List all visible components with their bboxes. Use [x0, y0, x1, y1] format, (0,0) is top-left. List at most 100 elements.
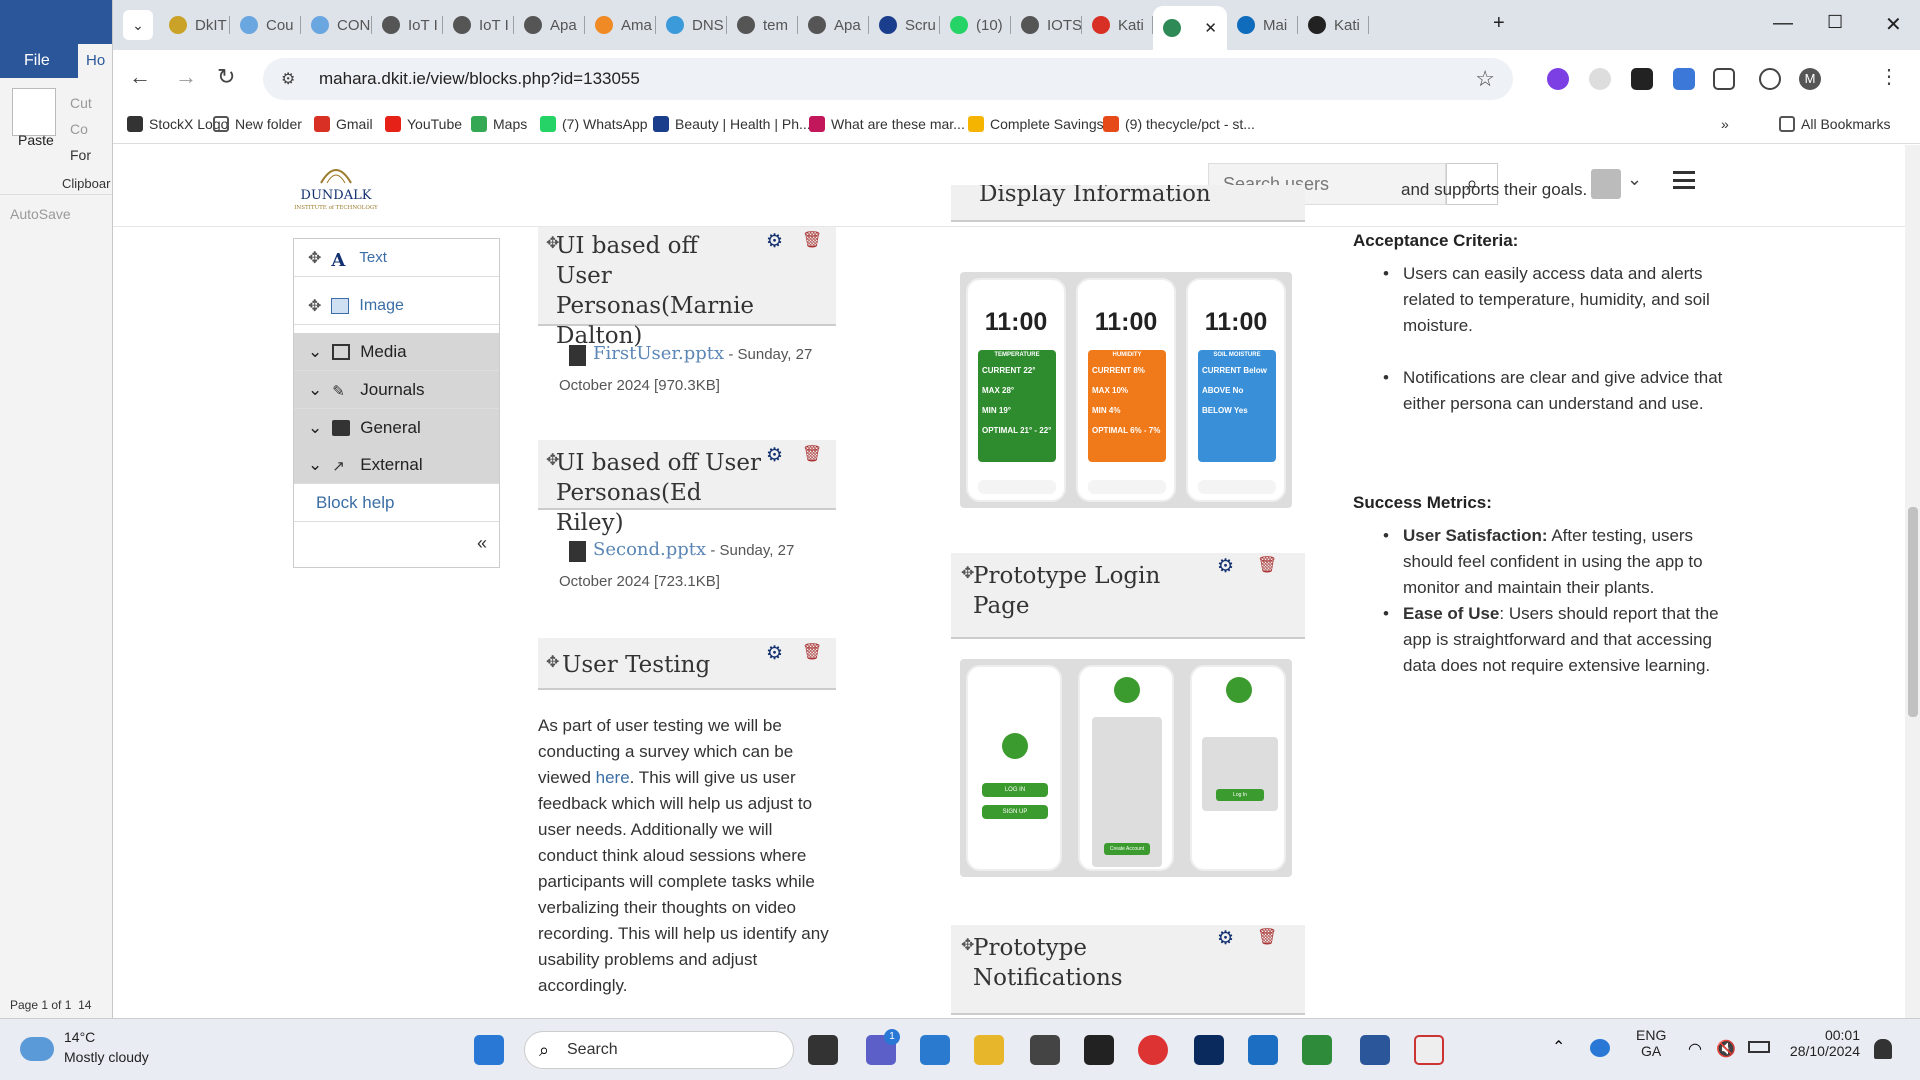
- block-menu-general[interactable]: ⌄ General: [294, 409, 499, 447]
- survey-link[interactable]: here: [596, 768, 630, 787]
- intellij-icon[interactable]: [1084, 1035, 1114, 1065]
- site-info-icon[interactable]: ⚙: [281, 69, 295, 89]
- bookmark-star-icon[interactable]: ☆: [1475, 66, 1495, 92]
- block-menu-external[interactable]: ⌄ ↗ External: [294, 446, 499, 484]
- scrollbar-thumb[interactable]: [1908, 507, 1918, 717]
- photoshop-icon[interactable]: [1194, 1035, 1224, 1065]
- more-bookmarks-icon[interactable]: »: [1721, 116, 1729, 132]
- delete-icon[interactable]: 🗑: [802, 444, 822, 463]
- puzzle-extensions-icon[interactable]: [1713, 68, 1735, 90]
- browser-tab[interactable]: Cou: [230, 10, 301, 40]
- file-link[interactable]: FirstUser.pptx: [593, 343, 724, 364]
- language-indicator[interactable]: ENG GA: [1636, 1027, 1666, 1059]
- bookmark-item[interactable]: (9) thecycle/pct - st...: [1103, 116, 1255, 132]
- collapse-menu-button[interactable]: «: [294, 524, 499, 562]
- browser-tab[interactable]: Kati: [1082, 10, 1153, 40]
- browser-tab[interactable]: CON: [301, 10, 372, 40]
- block-help-link[interactable]: Block help: [294, 484, 499, 522]
- vscode-icon[interactable]: [920, 1035, 950, 1065]
- browser-tab[interactable]: tem: [727, 10, 798, 40]
- browser-tab[interactable]: Ama: [585, 10, 656, 40]
- bookmark-item[interactable]: Beauty | Health | Ph...: [653, 116, 811, 132]
- back-icon[interactable]: ←: [129, 64, 151, 90]
- word-file-tab[interactable]: File: [24, 52, 50, 70]
- bookmark-item[interactable]: (7) WhatsApp: [540, 116, 648, 132]
- user-avatar[interactable]: [1591, 169, 1621, 199]
- new-tab-button[interactable]: +: [1493, 12, 1505, 35]
- chrome-icon[interactable]: [1138, 1035, 1168, 1065]
- bookmark-item[interactable]: YouTube: [385, 116, 462, 132]
- snipping-tool-icon[interactable]: [1414, 1035, 1444, 1065]
- cut-button[interactable]: Cut: [70, 90, 92, 116]
- browser-tab[interactable]: IoT I: [443, 10, 514, 40]
- task-view-icon[interactable]: [808, 1035, 838, 1065]
- browser-tab[interactable]: IoT I: [372, 10, 443, 40]
- gear-icon[interactable]: ⚙: [766, 642, 783, 665]
- block-menu-journals[interactable]: ⌄ ✎ Journals: [294, 371, 499, 409]
- minimize-icon[interactable]: —: [1773, 12, 1793, 35]
- format-painter-button[interactable]: For: [70, 142, 92, 168]
- weather-temp[interactable]: 14°C: [64, 1029, 95, 1045]
- copy-button[interactable]: Co: [70, 116, 92, 142]
- address-bar[interactable]: ⚙ mahara.dkit.ie/view/blocks.php?id=1330…: [263, 58, 1513, 100]
- extension-icon-3[interactable]: [1631, 68, 1653, 90]
- close-tab-icon[interactable]: ✕: [1204, 19, 1217, 37]
- unity-icon[interactable]: [1030, 1035, 1060, 1065]
- mongodb-icon[interactable]: [1302, 1035, 1332, 1065]
- weather-desc[interactable]: Mostly cloudy: [64, 1049, 149, 1065]
- reload-icon[interactable]: ↻: [217, 64, 235, 90]
- all-bookmarks-button[interactable]: All Bookmarks: [1779, 116, 1890, 132]
- browser-tab[interactable]: DkIT: [159, 10, 230, 40]
- paste-icon[interactable]: [12, 88, 56, 136]
- hamburger-menu-icon[interactable]: [1673, 171, 1695, 189]
- browser-tab[interactable]: (10): [940, 10, 1011, 40]
- menu-kebab-icon[interactable]: ⋮: [1879, 64, 1899, 89]
- delete-icon[interactable]: 🗑: [1257, 927, 1277, 946]
- chevron-up-icon[interactable]: ⌃: [1552, 1037, 1565, 1057]
- extension-icon-2[interactable]: [1589, 68, 1611, 90]
- bookmark-item[interactable]: Complete Savings: [968, 116, 1104, 132]
- paste-label[interactable]: Paste: [18, 132, 54, 148]
- weather-cloud-icon[interactable]: [20, 1037, 54, 1061]
- bookmark-item[interactable]: What are these mar...: [809, 116, 965, 132]
- delete-icon[interactable]: 🗑: [802, 230, 822, 249]
- browser-tab[interactable]: Apa: [514, 10, 585, 40]
- delete-icon[interactable]: 🗑: [802, 642, 822, 661]
- browser-tab[interactable]: Scru: [869, 10, 940, 40]
- browser-tab[interactable]: IOTS: [1011, 10, 1082, 40]
- browser-tab[interactable]: Apa: [798, 10, 869, 40]
- chevron-down-icon[interactable]: ⌄: [1627, 169, 1642, 190]
- notification-bell-icon[interactable]: [1874, 1039, 1892, 1059]
- performance-icon[interactable]: [1759, 68, 1781, 90]
- file-explorer-icon[interactable]: [974, 1035, 1004, 1065]
- store-icon[interactable]: [1248, 1035, 1278, 1065]
- browser-tab[interactable]: ✕: [1153, 6, 1227, 50]
- tab-search-button[interactable]: ⌄: [123, 10, 153, 40]
- forward-icon[interactable]: →: [175, 64, 197, 90]
- gear-icon[interactable]: ⚙: [1217, 555, 1234, 578]
- bookmark-item[interactable]: New folder: [213, 116, 302, 132]
- bookmark-item[interactable]: Gmail: [314, 116, 373, 132]
- browser-tab[interactable]: Mai: [1227, 10, 1298, 40]
- browser-tab[interactable]: Kati: [1298, 10, 1369, 40]
- bookmark-item[interactable]: Maps: [471, 116, 527, 132]
- extension-icon-1[interactable]: [1547, 68, 1569, 90]
- windows-start-icon[interactable]: [474, 1035, 504, 1065]
- dundalk-logo[interactable]: DUNDALK INSTITUTE of TECHNOLOGY: [291, 155, 381, 215]
- taskbar-search[interactable]: ⌕ Search: [524, 1031, 794, 1069]
- gear-icon[interactable]: ⚙: [766, 230, 783, 253]
- delete-icon[interactable]: 🗑: [1257, 555, 1277, 574]
- shield-extension-icon[interactable]: [1673, 68, 1695, 90]
- drag-handle-icon[interactable]: ✥: [546, 652, 559, 672]
- file-link[interactable]: Second.pptx: [593, 539, 706, 560]
- wifi-icon[interactable]: ◠: [1688, 1039, 1702, 1059]
- block-menu-media[interactable]: ⌄ Media: [294, 333, 499, 371]
- maximize-icon[interactable]: ☐: [1827, 12, 1843, 33]
- clock[interactable]: 00:01 28/10/2024: [1786, 1027, 1860, 1059]
- gear-icon[interactable]: ⚙: [1217, 927, 1234, 950]
- battery-icon[interactable]: [1748, 1041, 1770, 1053]
- word-home-tab[interactable]: Ho: [78, 44, 112, 78]
- word-icon[interactable]: [1360, 1035, 1390, 1065]
- onedrive-icon[interactable]: [1590, 1039, 1610, 1057]
- block-menu-text[interactable]: ✥ A Text: [294, 239, 499, 277]
